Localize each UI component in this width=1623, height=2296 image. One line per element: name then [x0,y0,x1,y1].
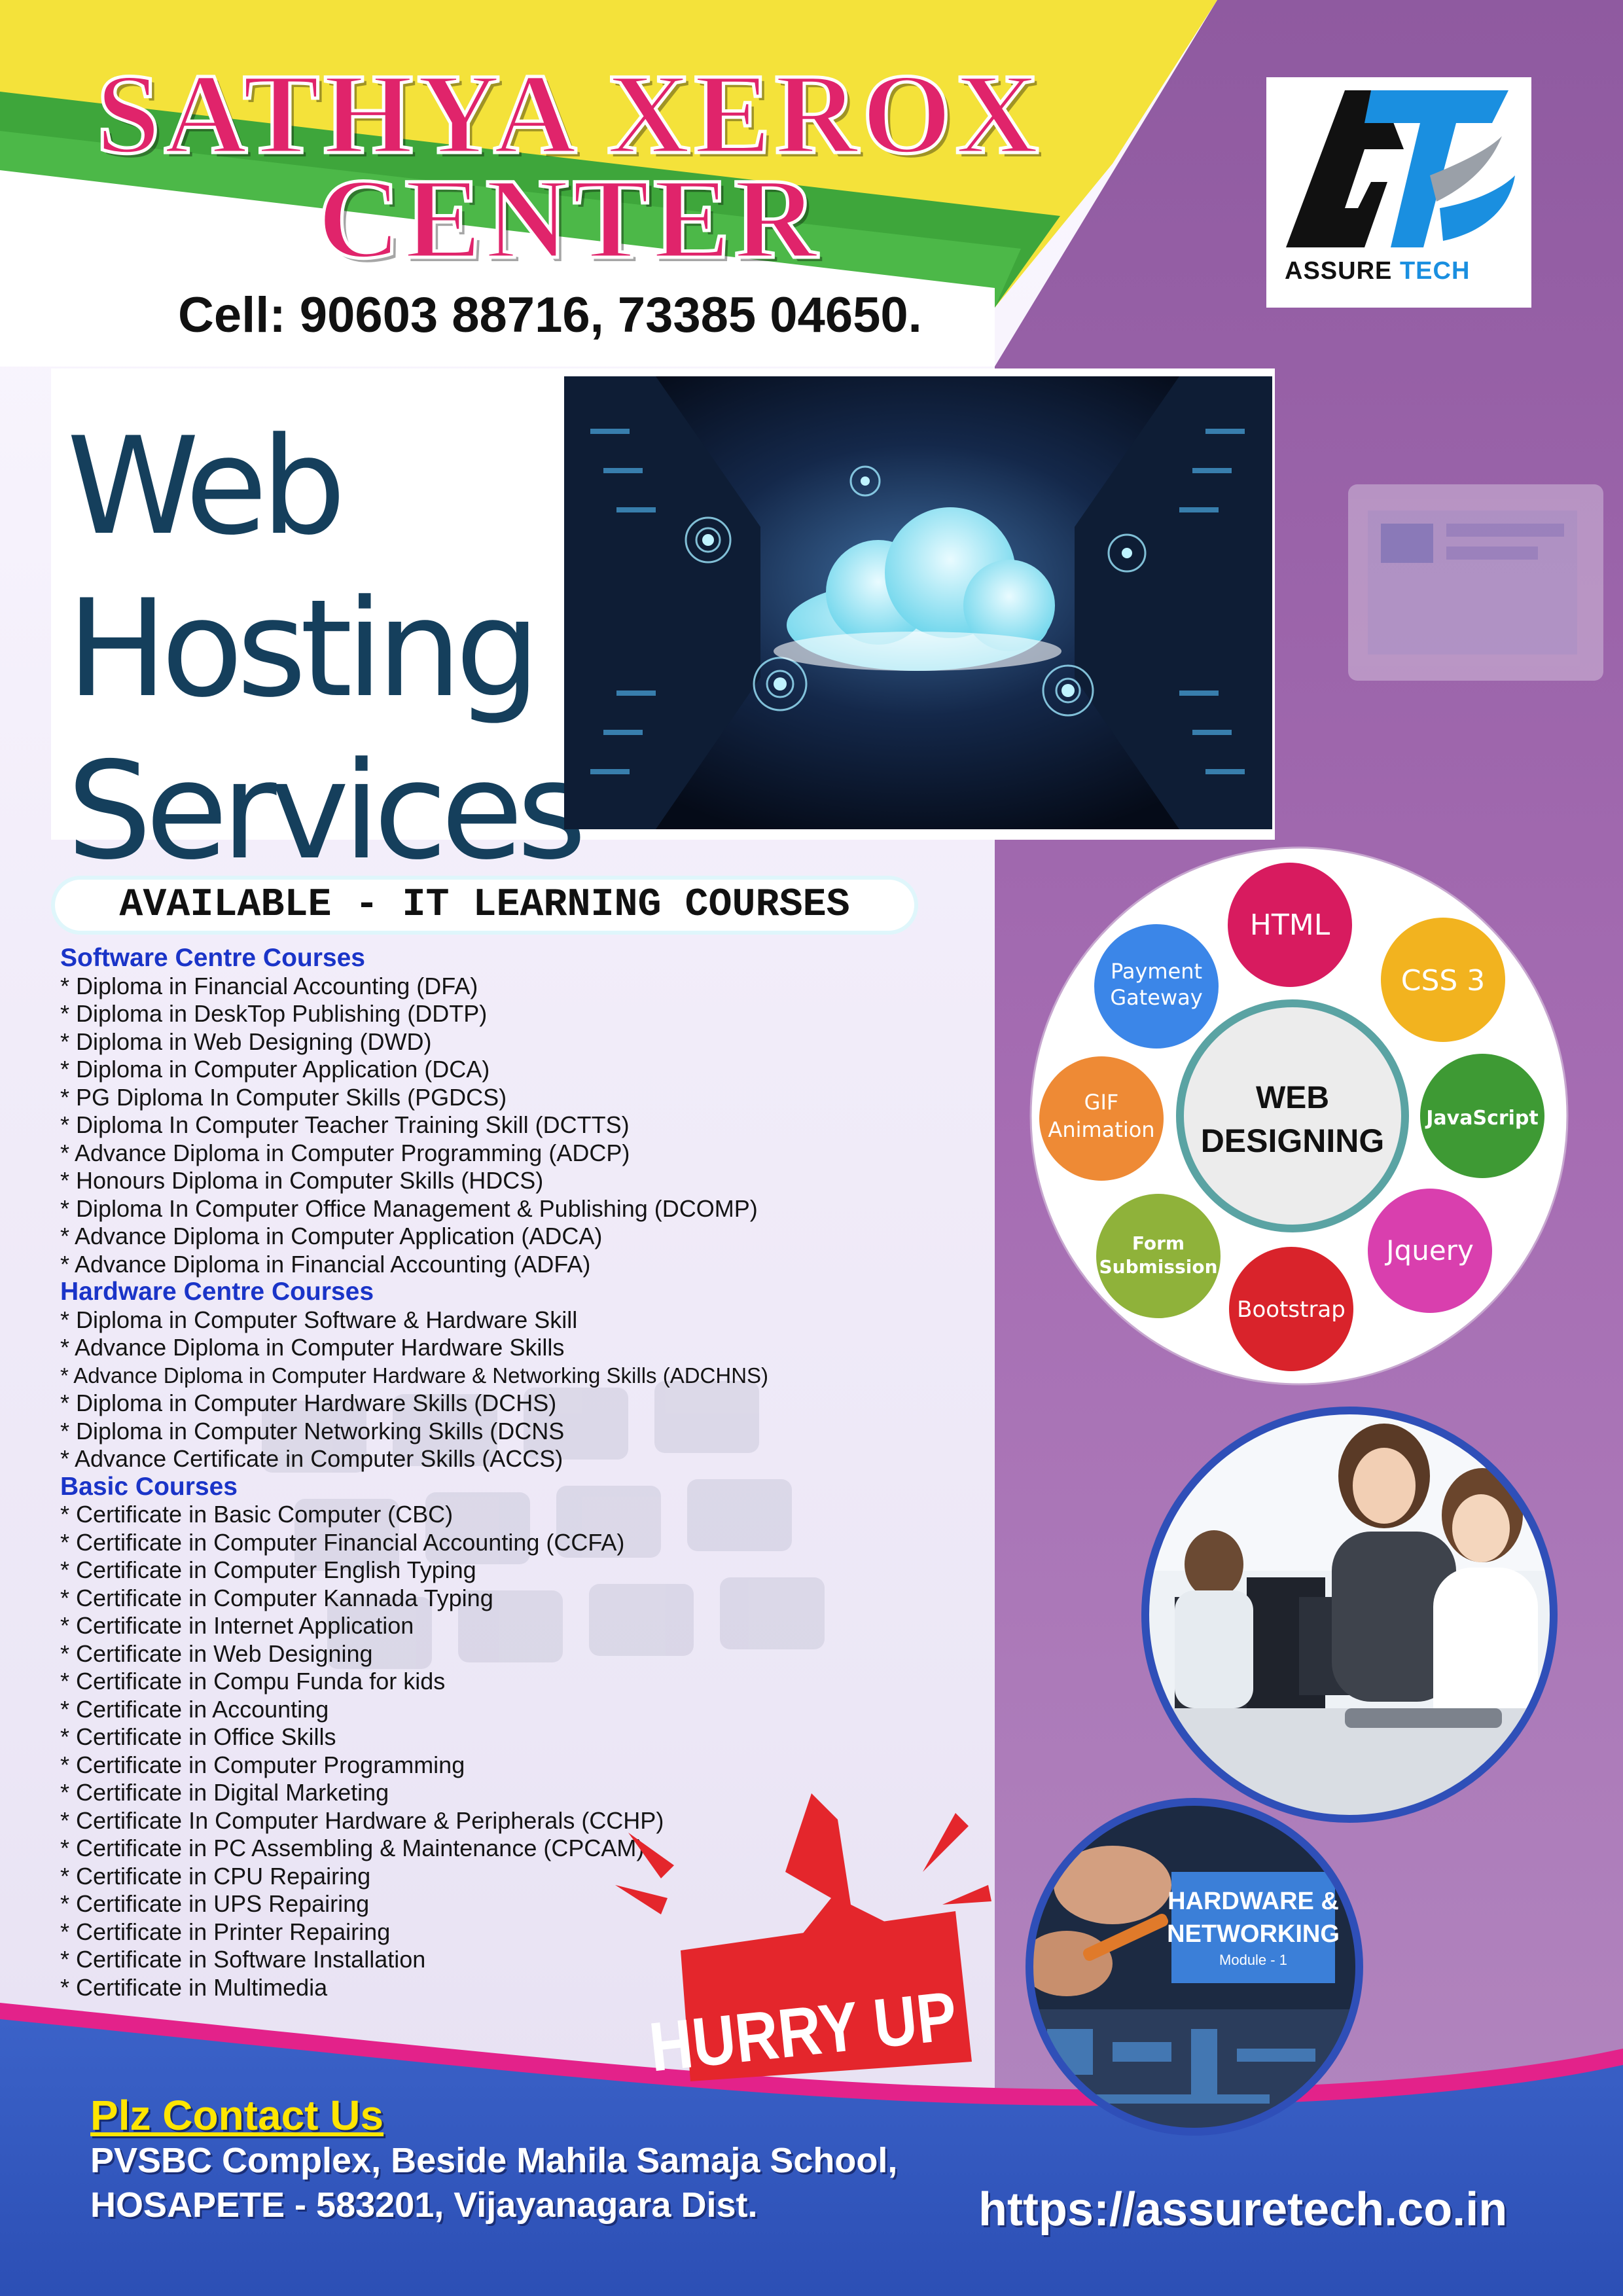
hardware-networking-photo: HARDWARE & NETWORKING Module - 1 [1026,1798,1363,2136]
basic-course-item: * Certificate in Computer English Typing [60,1556,476,1583]
address-line2: HOSAPETE - 583201, Vijayanagara Dist. [90,2185,758,2225]
css-node-label: CSS 3 [1401,964,1486,997]
shop-title-line1: SATHYA XEROX [94,50,1043,178]
courses-heading: AVAILABLE - IT LEARNING COURSES [51,876,918,935]
software-course-item: * PG Diploma In Computer Skills (PGDCS) [60,1083,507,1111]
hardware-course-item: * Advance Diploma in Computer Hardware &… [60,1363,769,1388]
web-designing-diagram: WEB DESIGNING HTML CSS 3 JavaScript Jque… [1029,846,1569,1386]
hosting-line2: Hosting [67,571,541,727]
software-course-item: * Honours Diploma in Computer Skills (HD… [60,1167,544,1194]
logo-text-tech: TECH [1399,257,1471,285]
software-course-item: * Advance Diploma in Computer Programmin… [60,1139,630,1166]
shop-title: SATHYA XEROX CENTER [59,50,1080,283]
logo-text: ASSURE TECH [1285,257,1470,285]
basic-courses-title: Basic Courses [60,1472,238,1501]
basic-course-item: * Certificate in Computer Financial Acco… [60,1528,625,1556]
contact-heading: Plz Contact Us [90,2092,384,2139]
basic-course-item: * Certificate in Web Designing [60,1640,373,1667]
software-course-item: * Advance Diploma in Financial Accountin… [60,1250,591,1278]
hardware-course-item: * Diploma in Computer Networking Skills … [60,1417,565,1444]
students-photo [1141,1407,1558,1823]
basic-course-item: * Certificate in Accounting [60,1695,329,1723]
html-node-label: HTML [1250,908,1330,942]
software-course-item: * Diploma In Computer Office Management … [60,1194,758,1222]
web-designing-ring [1176,999,1409,1232]
hardware-badge-line2: NETWORKING [1167,1920,1340,1948]
bootstrap-node-label: Bootstrap [1237,1297,1346,1323]
software-course-item: * Diploma in DeskTop Publishing (DDTP) [60,1000,488,1027]
logo-text-assure: ASSURE [1285,257,1393,285]
basic-course-item: * Certificate in Internet Application [60,1612,414,1639]
software-course-item: * Diploma In Computer Teacher Training S… [60,1111,630,1138]
cloud-server-image [564,376,1272,829]
software-course-item: * Diploma in Web Designing (DWD) [60,1028,432,1055]
web-designing-center-line1: WEB [1256,1081,1329,1115]
payment-gateway-label-line1: Payment [1111,959,1202,984]
basic-course-item: * Certificate in Computer Kannada Typing [60,1584,493,1611]
basic-course-item: * Certificate in Office Skills [60,1723,336,1750]
hardware-badge-line1: HARDWARE & [1168,1888,1339,1915]
poster: SATHYA XEROX CENTER Cell: 90603 88716, 7… [0,0,1623,2296]
hardware-course-item: * Advance Certificate in Computer Skills… [60,1445,563,1472]
basic-course-item: * Certificate in Basic Computer (CBC) [60,1501,454,1528]
web-hosting-title: Web Hosting Services [67,406,586,893]
shop-title-line2: CENTER [316,155,821,283]
address-line1: PVSBC Complex, Beside Mahila Samaja Scho… [90,2141,898,2180]
hardware-courses-title: Hardware Centre Courses [60,1278,374,1306]
software-courses-title: Software Centre Courses [60,944,365,972]
hosting-line1: Web [67,409,346,565]
hurry-up-badge: HURRY UP [615,1793,991,2086]
form-submission-label-line1: Form [1132,1232,1185,1254]
hosting-line3: Services [67,734,586,889]
hardware-course-item: * Diploma in Computer Hardware Skills (D… [60,1390,557,1416]
software-course-item: * Advance Diploma in Computer Applicatio… [60,1223,603,1249]
web-designing-center-line2: DESIGNING [1201,1122,1385,1159]
hardware-badge-line3: Module - 1 [1219,1952,1287,1968]
gif-animation-label-line2: Animation [1048,1117,1154,1142]
software-course-item: * Diploma in Financial Accounting (DFA) [60,972,478,999]
software-course-item: * Diploma in Computer Application (DCA) [60,1056,490,1083]
basic-course-item: * Certificate in Computer Programming [60,1751,465,1778]
hardware-course-item: * Advance Diploma in Computer Hardware S… [60,1334,565,1361]
phone-numbers: Cell: 90603 88716, 73385 04650. [178,287,922,343]
payment-gateway-label-line2: Gateway [1110,985,1202,1010]
website-link[interactable]: https://assuretech.co.in [978,2183,1507,2236]
gif-animation-label-line1: GIF [1084,1090,1119,1115]
basic-course-item: * Certificate in Compu Funda for kids [60,1668,446,1695]
hardware-course-item: * Diploma in Computer Software & Hardwar… [60,1306,578,1333]
jquery-node-label: Jquery [1384,1234,1474,1266]
form-submission-label-line2: Submission [1099,1256,1217,1278]
javascript-node-label: JavaScript [1425,1107,1539,1130]
